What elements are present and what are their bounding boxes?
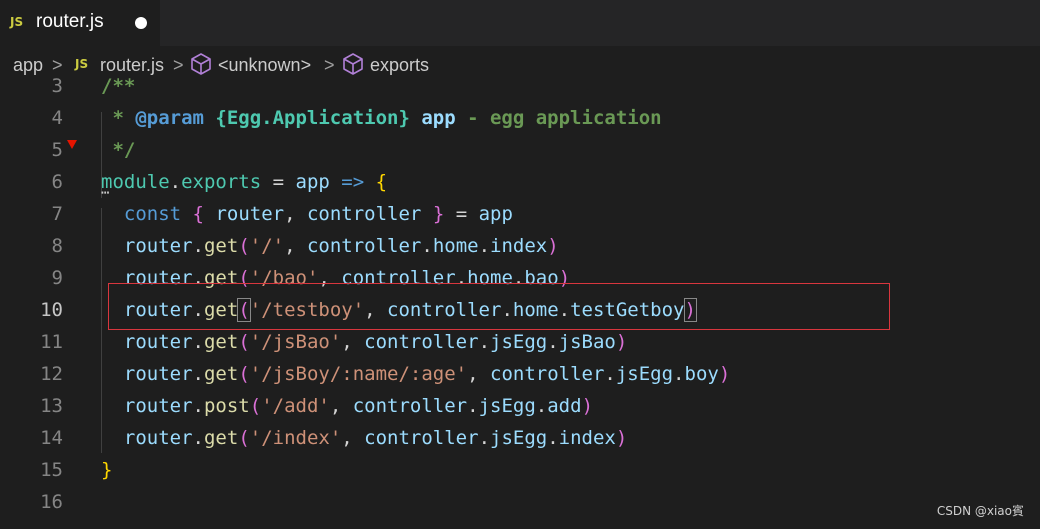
unsaved-dot-icon[interactable] xyxy=(135,17,147,29)
line-text: router.post('/add', controller.jsEgg.add… xyxy=(123,395,594,417)
line-text: module.exports = app => { xyxy=(101,171,388,193)
line-number: 10 xyxy=(40,299,63,321)
watermark: CSDN @xiao賓 xyxy=(936,504,1024,518)
tab-label: router.js xyxy=(36,11,104,32)
line-number: 14 xyxy=(40,427,63,449)
line-text: /** xyxy=(101,75,136,97)
line-number: 15 xyxy=(40,459,63,481)
code-line[interactable]: 6 module.exports = app => { xyxy=(0,166,1040,198)
line-number: 16 xyxy=(40,491,63,513)
code-line[interactable]: 12 router.get('/jsBoy/:name/:age', contr… xyxy=(0,358,1040,390)
line-text: router.get('/jsBao', controller.jsEgg.js… xyxy=(123,331,628,353)
line-number: 5 xyxy=(51,139,63,161)
code-line[interactable]: 4 * @param {Egg.Application} app - egg a… xyxy=(0,102,1040,134)
js-file-icon: JS xyxy=(10,15,24,29)
code-line[interactable]: 15 } xyxy=(0,454,1040,486)
line-number: 7 xyxy=(51,203,63,225)
line-text: router.get('/', controller.home.index) xyxy=(123,235,559,257)
line-text: router.get('/index', controller.jsEgg.in… xyxy=(123,427,628,449)
line-number: 4 xyxy=(51,107,63,129)
code-editor[interactable]: 3 /** 4 * @param {Egg.Application} app -… xyxy=(0,70,1040,529)
annotation-highlight-box xyxy=(108,283,890,330)
tab-router-js[interactable]: JS router.js xyxy=(0,0,160,46)
line-text: } xyxy=(101,459,113,481)
line-text: const { router, controller } = app xyxy=(123,203,513,225)
line-number: 13 xyxy=(40,395,63,417)
line-number: 6 xyxy=(51,171,63,193)
code-line[interactable]: 8 router.get('/', controller.home.index) xyxy=(0,230,1040,262)
breakpoint-marker-icon[interactable] xyxy=(67,140,77,149)
line-text: router.get('/jsBoy/:name/:age', controll… xyxy=(123,363,731,385)
ellipsis-icon[interactable]: ⋯ xyxy=(101,186,109,200)
code-line[interactable]: 3 /** xyxy=(0,70,1040,102)
code-line[interactable]: 11 router.get('/jsBao', controller.jsEgg… xyxy=(0,326,1040,358)
line-number: 11 xyxy=(40,331,63,353)
code-line[interactable]: 5 */ xyxy=(0,134,1040,166)
code-line[interactable]: 7 const { router, controller } = app xyxy=(0,198,1040,230)
line-text: * @param {Egg.Application} app - egg app… xyxy=(101,107,662,129)
code-line[interactable]: 13 router.post('/add', controller.jsEgg.… xyxy=(0,390,1040,422)
line-number: 3 xyxy=(51,75,63,97)
code-line[interactable]: 16 xyxy=(0,486,1040,518)
line-text: */ xyxy=(101,139,136,161)
code-line[interactable]: 14 router.get('/index', controller.jsEgg… xyxy=(0,422,1040,454)
line-number: 12 xyxy=(40,363,63,385)
line-number: 8 xyxy=(51,235,63,257)
tab-bar: JS router.js xyxy=(0,0,1040,46)
line-number: 9 xyxy=(51,267,63,289)
